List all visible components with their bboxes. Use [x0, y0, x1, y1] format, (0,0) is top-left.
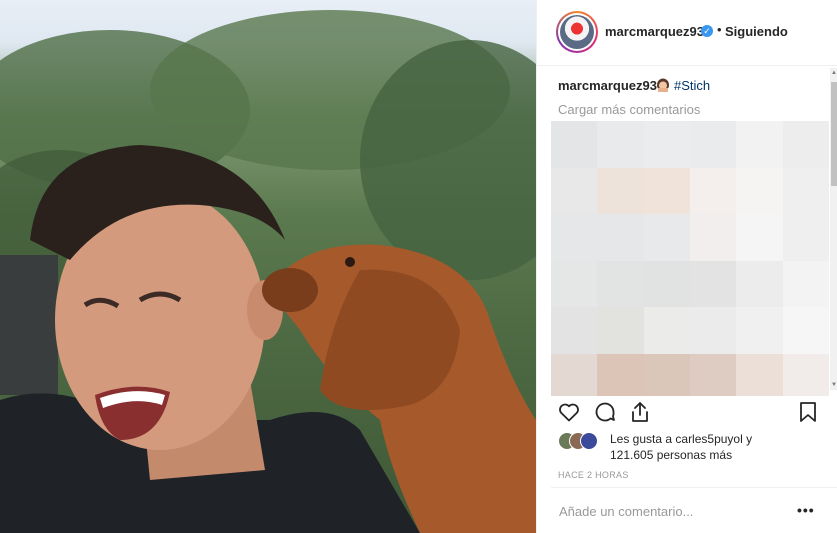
woman-emoji-icon	[656, 78, 670, 92]
likes-count-link[interactable]: 121.605 personas más	[610, 448, 732, 462]
caption-username-link[interactable]: marcmarquez93	[558, 78, 657, 93]
post-timestamp[interactable]: HACE 2 HORAS	[558, 470, 629, 480]
comment-icon[interactable]	[593, 400, 617, 424]
share-icon[interactable]	[628, 400, 652, 424]
following-button[interactable]: Siguiendo	[725, 24, 788, 39]
avatar[interactable]	[556, 11, 598, 53]
avatar-ring	[558, 13, 596, 51]
likes-prefix: Les gusta a	[610, 432, 676, 446]
bookmark-icon[interactable]	[796, 400, 820, 424]
load-more-comments-button[interactable]: Cargar más comentarios	[558, 102, 700, 117]
avatar-image	[560, 15, 594, 49]
verified-badge-icon: ✓	[701, 25, 713, 37]
heart-icon[interactable]	[557, 400, 581, 424]
post-header: marcmarquez93 ✓ • Siguiendo	[537, 0, 837, 66]
comments-section: marcmarquez93 #Stich Cargar más comentar…	[537, 66, 837, 396]
photo-illustration	[0, 10, 536, 533]
post-photo[interactable]	[0, 0, 536, 533]
hashtag-link[interactable]: #Stich	[674, 78, 710, 93]
likes-suffix: y	[742, 432, 753, 446]
more-options-icon[interactable]: •••	[797, 502, 815, 518]
pixelated-comments-area	[551, 121, 829, 396]
scrollbar-thumb[interactable]	[831, 82, 837, 186]
add-comment-bar: •••	[551, 487, 837, 533]
likes-summary: Les gusta a carles5puyol y 121.605 perso…	[558, 432, 818, 468]
separator-dot: •	[717, 22, 722, 37]
post-panel: marcmarquez93 ✓ • Siguiendo marcmarquez9…	[536, 0, 837, 533]
liker-username-link[interactable]: carles5puyol	[675, 432, 742, 446]
comment-input[interactable]	[557, 500, 781, 522]
scroll-up-arrow-icon[interactable]: ▲	[830, 68, 837, 78]
action-bar	[537, 396, 837, 430]
liker-avatar	[580, 432, 598, 450]
username-link[interactable]: marcmarquez93	[605, 24, 704, 39]
likes-text-line1: Les gusta a carles5puyol y	[610, 432, 752, 446]
scroll-down-arrow-icon[interactable]: ▼	[830, 380, 837, 390]
comments-scrollbar[interactable]: ▲ ▼	[830, 68, 837, 390]
liker-avatars[interactable]	[558, 432, 608, 450]
